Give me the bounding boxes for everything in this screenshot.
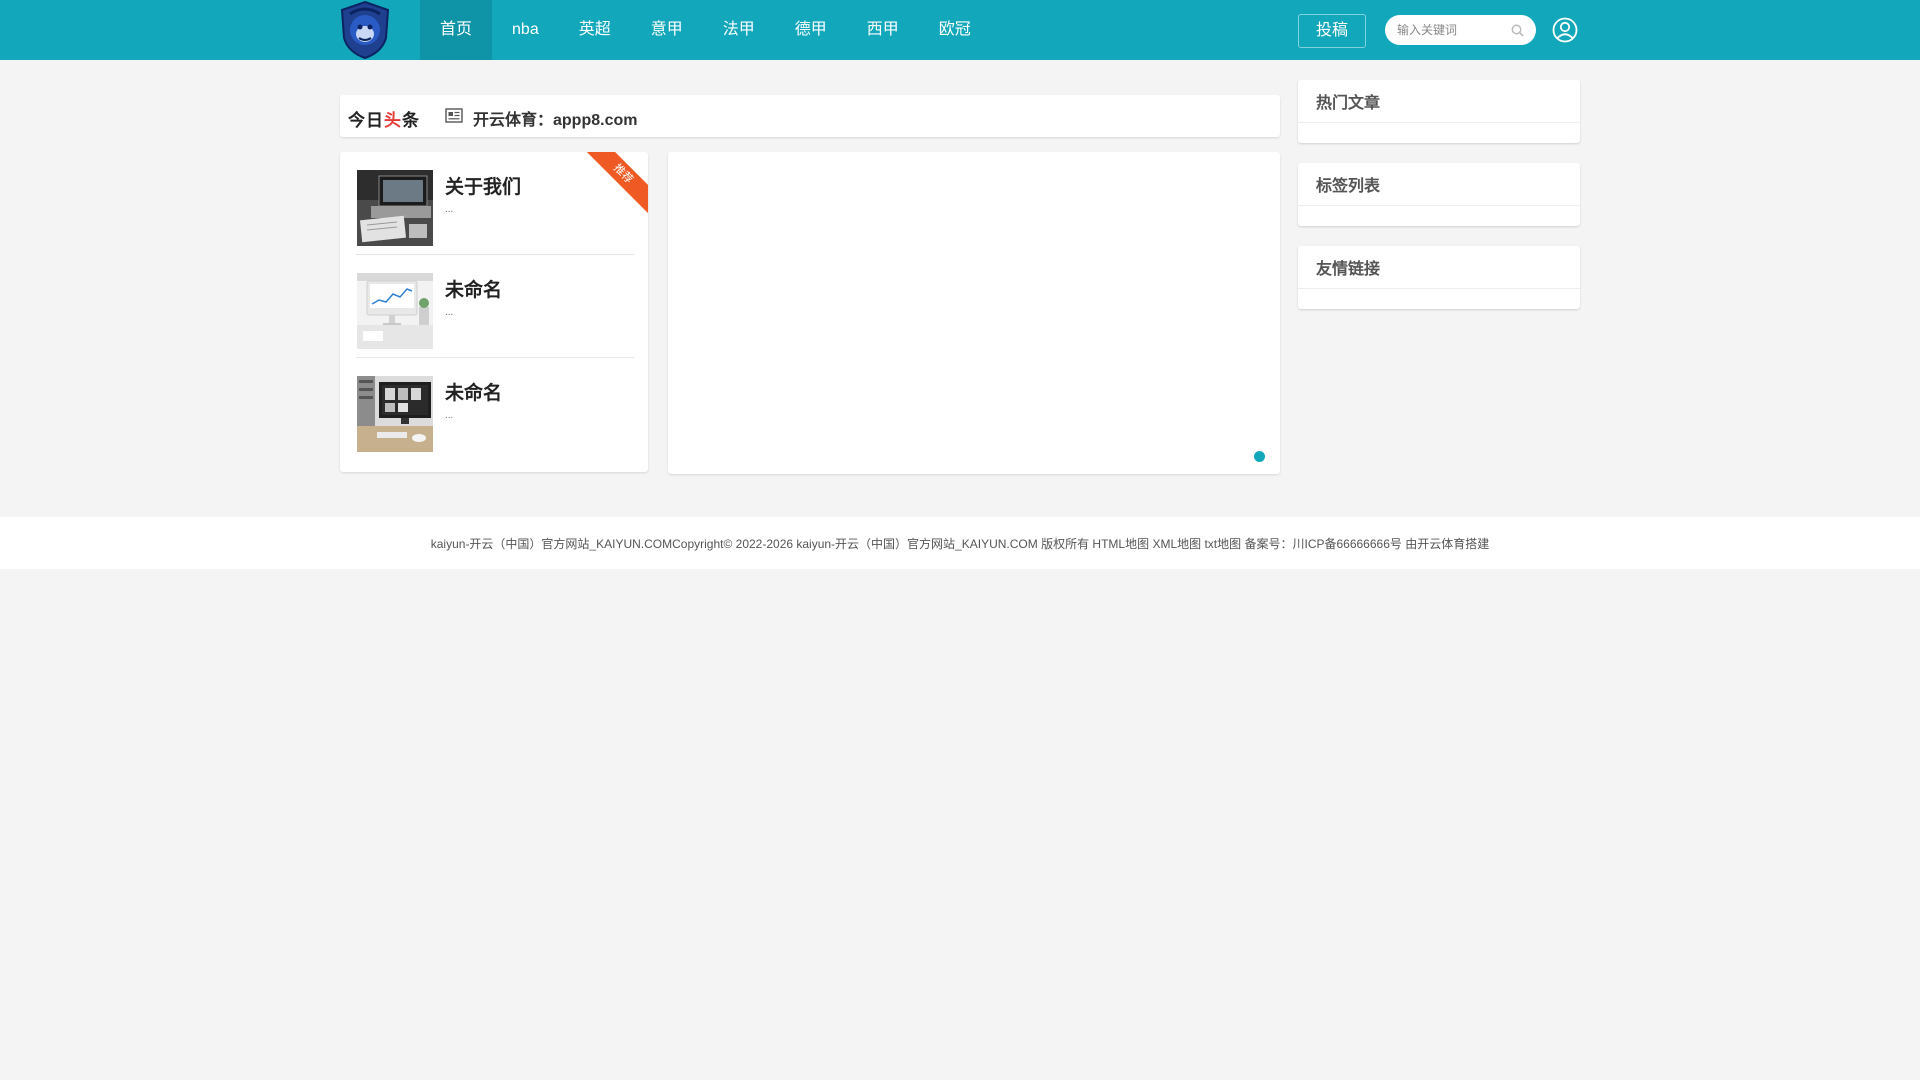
- submit-article-button[interactable]: 投稿: [1298, 14, 1366, 48]
- article-description: ...: [445, 410, 454, 421]
- tag-list-panel: 标签列表: [1298, 163, 1580, 226]
- article-thumbnail[interactable]: [357, 273, 433, 349]
- txt-sitemap-link[interactable]: txt地图: [1204, 537, 1241, 551]
- nav-item-la-liga[interactable]: 西甲: [847, 0, 919, 60]
- article-description: ...: [445, 307, 454, 318]
- headline-brand-part2: 头: [384, 111, 402, 130]
- nav-item-champions-league[interactable]: 欧冠: [919, 0, 991, 60]
- newspaper-icon: [445, 108, 463, 123]
- recommended-panel: 推荐 关于我们 ... 未命名 ... 未命名 ...: [340, 152, 648, 472]
- banner-carousel[interactable]: [668, 152, 1280, 474]
- powered-by-text: 由开云体育搭建: [1405, 537, 1490, 551]
- article-thumbnail[interactable]: [357, 376, 433, 452]
- nav-item-home[interactable]: 首页: [420, 0, 493, 60]
- nav-item-ligue-1[interactable]: 法甲: [703, 0, 775, 60]
- headline-brand-logo: 今日头条: [348, 106, 420, 131]
- list-item[interactable]: 未命名 ...: [356, 358, 634, 461]
- article-thumbnail[interactable]: [357, 170, 433, 246]
- article-title[interactable]: 关于我们: [445, 172, 521, 199]
- search-icon[interactable]: [1511, 24, 1524, 37]
- copyright-text: kaiyun-开云（中国）官方网站_KAIYUN.COMCopyright© 2…: [430, 537, 1090, 551]
- article-title[interactable]: 未命名: [445, 275, 502, 302]
- headline-brand-part3: 条: [402, 111, 420, 130]
- xml-sitemap-link[interactable]: XML地图: [1152, 537, 1201, 551]
- hot-articles-title: 热门文章: [1316, 95, 1381, 112]
- top-header: 首页 nba 英超 意甲 法甲 德甲 西甲 欧冠 投稿: [0, 0, 1920, 60]
- icp-record-link[interactable]: 备案号：川ICP备66666666号: [1244, 537, 1401, 551]
- hot-articles-panel: 热门文章: [1298, 80, 1580, 143]
- friend-links-panel: 友情链接: [1298, 246, 1580, 309]
- search-input[interactable]: [1397, 15, 1507, 45]
- list-item[interactable]: 未命名 ...: [356, 255, 634, 358]
- article-title[interactable]: 未命名: [445, 378, 502, 405]
- headline-link[interactable]: 开云体育：appp8.com: [473, 106, 637, 130]
- panel-divider: [1298, 288, 1580, 289]
- carousel-dot-1[interactable]: [1254, 451, 1265, 462]
- monkey-shield-logo-icon[interactable]: [338, 0, 392, 60]
- main-nav: 首页 nba 英超 意甲 法甲 德甲 西甲 欧冠: [420, 0, 991, 60]
- panel-divider: [1298, 205, 1580, 206]
- nav-item-premier-league[interactable]: 英超: [559, 0, 631, 60]
- search-box: [1385, 15, 1536, 45]
- article-description: ...: [445, 204, 454, 215]
- list-item[interactable]: 关于我们 ...: [356, 152, 634, 255]
- footer-line: kaiyun-开云（中国）官方网站_KAIYUN.COMCopyright© 2…: [0, 535, 1920, 552]
- nav-item-serie-a[interactable]: 意甲: [631, 0, 703, 60]
- user-account-icon[interactable]: [1552, 17, 1578, 43]
- site-footer: kaiyun-开云（中国）官方网站_KAIYUN.COMCopyright© 2…: [0, 517, 1920, 569]
- tag-list-title: 标签列表: [1316, 178, 1381, 195]
- nav-item-nba[interactable]: nba: [492, 0, 559, 60]
- html-sitemap-link[interactable]: HTML地图: [1092, 537, 1149, 551]
- headline-brand-part1: 今日: [348, 111, 384, 130]
- headline-bar: 今日头条 开云体育：appp8.com: [340, 95, 1280, 137]
- friend-links-title: 友情链接: [1316, 261, 1381, 278]
- nav-item-bundesliga[interactable]: 德甲: [775, 0, 847, 60]
- panel-divider: [1298, 122, 1580, 123]
